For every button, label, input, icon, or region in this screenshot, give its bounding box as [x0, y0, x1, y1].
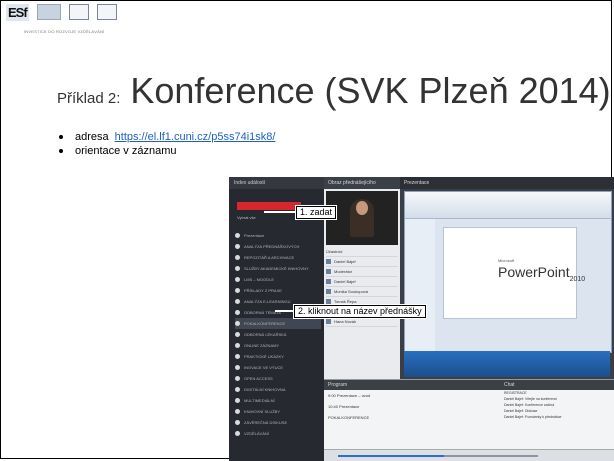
ppt-thumbnails — [405, 219, 435, 352]
speaker-face — [356, 201, 368, 215]
presentation-panel: Prezentace Microsoft PowerPoint2010 — [400, 177, 614, 379]
bullet-icon — [235, 409, 240, 414]
slide-title: Příklad 2: Konference (SVK Plzeň 2014) — [57, 70, 611, 112]
list-item[interactable]: PRAKTICKÉ UKÁZKY — [235, 351, 321, 362]
list-item[interactable]: Prezentace — [235, 230, 321, 241]
list-item[interactable]: ANALÝZA PŘEDNÁŠKOVÝCH — [235, 241, 321, 252]
bullet-icon — [235, 233, 240, 238]
ppt-title: PowerPoint2010 — [498, 264, 586, 283]
user-icon — [326, 269, 331, 274]
bullet-icon — [235, 321, 240, 326]
bullet-icon — [235, 420, 240, 425]
ministry-logo-icon — [68, 4, 89, 20]
title-prefix: Příklad 2: — [57, 90, 121, 107]
participant-row[interactable]: Moderátor — [326, 267, 398, 277]
bullet-icon — [235, 288, 240, 293]
event-index-panel: Index událostí Vybrat vše Prezentace ANA… — [229, 177, 324, 461]
bullet-icon — [235, 255, 240, 260]
participant-row[interactable]: Daniel Bajeř — [326, 277, 398, 287]
recording-link[interactable]: https://el.lf1.cuni.cz/p5ss74i1sk8/ — [115, 130, 276, 144]
program-row[interactable]: 9:00 Prezentace – úvod — [324, 390, 500, 401]
select-all-label[interactable]: Vybrat vše — [237, 215, 256, 220]
list-item[interactable]: MULTIMEDIÁLNÍ — [235, 395, 321, 406]
list-item[interactable]: DIGITÁLNÍ KNIHOVNA — [235, 384, 321, 395]
bullet-icon — [235, 332, 240, 337]
bullet-label: orientace v záznamu — [75, 145, 177, 157]
event-list: Prezentace ANALÝZA PŘEDNÁŠKOVÝCH REPOZIT… — [235, 230, 321, 439]
list-item[interactable]: ONLINE ZÁZNAMY — [235, 340, 321, 351]
program-row[interactable]: POKALKONFERENCE — [324, 412, 500, 423]
participants-header: Účastníci — [326, 247, 398, 257]
panel-header: Obraz přednášejícího — [324, 177, 400, 189]
list-item[interactable]: ODBORNÁ LÉKAŘSKÁ — [235, 329, 321, 340]
eu-flag-icon — [36, 4, 61, 20]
bullet-icon — [235, 354, 240, 359]
list-item[interactable]: REPOZITÁŘ A ARCHIVACE — [235, 252, 321, 263]
list-item[interactable]: KNIHOVNÍ SLUŽBY — [235, 406, 321, 417]
user-icon — [326, 319, 331, 324]
list-item[interactable]: OPEN ACCESS — [235, 373, 321, 384]
chat-message: Daniel Bajeř: Poznámky k přednášce — [504, 415, 562, 419]
participant-row[interactable]: Hana Novák — [326, 317, 398, 327]
list-item[interactable]: LMS – MOODLE — [235, 274, 321, 285]
esf-logo: ESf — [6, 4, 29, 21]
callout-step-1: 1. zadat — [296, 206, 337, 219]
bullet-icon — [235, 310, 240, 315]
logo-strip: ESf — [6, 4, 117, 21]
bullet-icon — [235, 299, 240, 304]
title-main: Konference (SVK Plzeň 2014) — [130, 70, 611, 111]
list-item[interactable]: SLUŽBY AKADEMICKÉ KNIHOVNY — [235, 263, 321, 274]
bullet-list: adresa https://el.lf1.cuni.cz/p5ss74i1sk… — [57, 130, 275, 158]
list-item-selected[interactable]: POKALKONFERENCE — [235, 318, 321, 329]
callout-pointer — [264, 211, 296, 213]
seek-bar[interactable] — [338, 455, 538, 457]
embedded-screenshot: Index událostí Vybrat vše Prezentace ANA… — [229, 177, 614, 461]
search-input[interactable] — [237, 202, 301, 210]
user-icon — [326, 299, 331, 304]
ppt-splash: Microsoft PowerPoint2010 — [443, 227, 585, 319]
bullet-icon — [235, 266, 240, 271]
bullet-icon — [235, 431, 240, 436]
bullet-dot — [59, 149, 63, 153]
bullet-dot — [59, 135, 63, 139]
list-item[interactable]: PŘÍKLADY Z PRAXE — [235, 285, 321, 296]
op-logo-icon — [96, 4, 117, 20]
panel-header: Program — [324, 380, 500, 390]
bullet-icon — [235, 365, 240, 370]
bullet-address: adresa https://el.lf1.cuni.cz/p5ss74i1sk… — [57, 130, 275, 144]
callout-step-2: 2. kliknout na název přednášky — [294, 305, 426, 318]
bullet-icon — [235, 277, 240, 282]
powerpoint-window: Microsoft PowerPoint2010 — [404, 191, 612, 353]
callout-pointer — [275, 310, 294, 312]
header-logos: ESf INVESTICE DO ROZVOJE VZDĚLÁVÁNÍ — [0, 0, 612, 40]
ppt-brand: Microsoft — [498, 258, 515, 263]
bullet-icon — [235, 387, 240, 392]
participant-row[interactable]: Daniel Bajeř — [326, 257, 398, 267]
participant-row[interactable]: Monika Soukupová — [326, 287, 398, 297]
panel-header: Index událostí — [229, 177, 324, 189]
ppt-ribbon — [405, 192, 611, 219]
speaker-video[interactable] — [326, 191, 398, 245]
list-item[interactable]: ZÁVĚREČNÁ DISKUSE — [235, 417, 321, 428]
desktop-taskbar — [404, 351, 610, 377]
list-item[interactable]: VZDĚLÁVÁNÍ — [235, 428, 321, 439]
bullet-label: adresa — [75, 131, 109, 143]
media-player-bar — [324, 449, 614, 461]
list-item[interactable]: INOVACE VE VÝUCE — [235, 362, 321, 373]
user-icon — [326, 279, 331, 284]
panel-header: Chat — [500, 380, 614, 390]
bullet-icon — [235, 398, 240, 403]
user-icon — [326, 289, 331, 294]
program-row[interactable]: 10:40 Prezentace — [324, 401, 500, 412]
panel-header: Prezentace — [400, 177, 614, 189]
logo-caption: INVESTICE DO ROZVOJE VZDĚLÁVÁNÍ — [24, 29, 105, 34]
bullet-icon — [235, 376, 240, 381]
seek-progress — [338, 455, 444, 457]
user-icon — [326, 259, 331, 264]
bullet-icon — [235, 343, 240, 348]
bullet-orientation: orientace v záznamu — [57, 144, 275, 158]
bullet-icon — [235, 244, 240, 249]
